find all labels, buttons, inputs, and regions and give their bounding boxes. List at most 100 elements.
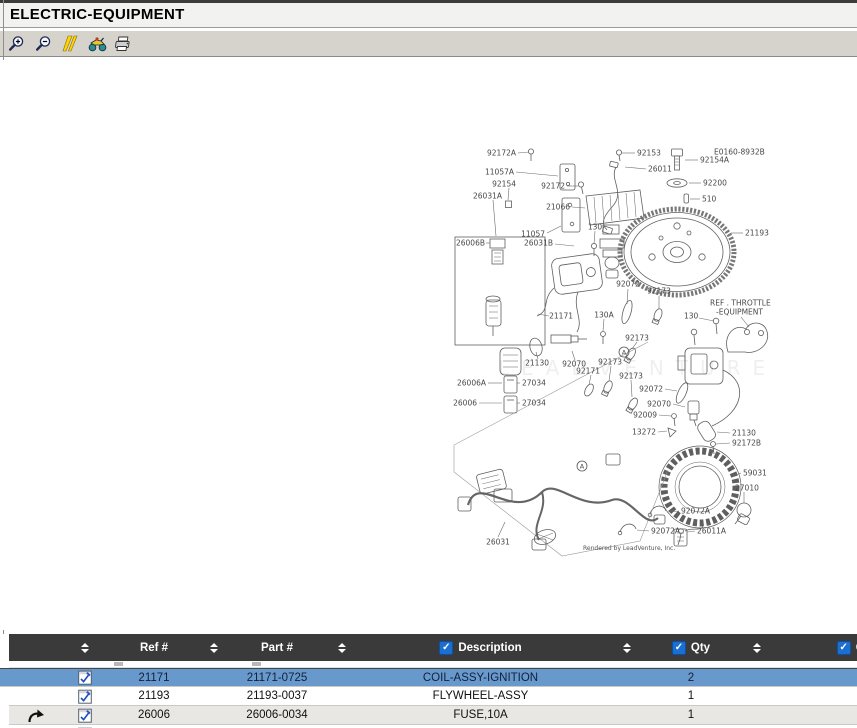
part-label[interactable]: 27034 xyxy=(522,399,546,408)
part-label[interactable]: REF . THROTTLE xyxy=(710,299,771,308)
leader-line xyxy=(594,231,595,244)
part-label[interactable]: 27010 xyxy=(735,484,759,493)
table-row[interactable]: 2119321193-0037FLYWHEEL-ASSY1 xyxy=(9,687,857,706)
part-label[interactable]: 92172A xyxy=(487,149,517,158)
part-label[interactable]: 27034 xyxy=(522,379,546,388)
description-checkbox[interactable] xyxy=(439,641,453,655)
part-label[interactable]: 130A xyxy=(594,311,614,320)
part-label[interactable]: 26011A xyxy=(697,527,727,536)
part-label[interactable]: 92173 xyxy=(598,358,622,367)
part-label[interactable]: 26011 xyxy=(648,165,672,174)
sort-icon[interactable] xyxy=(338,643,346,653)
zoom-out-button[interactable] xyxy=(33,34,53,53)
leader-line xyxy=(518,152,529,153)
part-label[interactable]: 510 xyxy=(702,195,717,204)
part-label[interactable]: 92173 xyxy=(647,287,671,296)
parts-diagram[interactable]: LEADVENTURE xyxy=(0,60,857,630)
spark-plug-right xyxy=(668,381,717,454)
spacer xyxy=(732,669,782,686)
part-label[interactable]: 92072 xyxy=(639,385,663,394)
part-label[interactable]: 26031 xyxy=(486,538,510,547)
part-label[interactable]: 92173 xyxy=(619,372,643,381)
cell-c xyxy=(782,706,857,724)
part-label[interactable]: 92172 xyxy=(541,182,565,191)
leader-line xyxy=(659,415,671,416)
column-header-description[interactable]: Description xyxy=(358,641,603,655)
cell-ref: 26006 xyxy=(108,706,200,724)
replacement-arrow-icon[interactable] xyxy=(27,708,44,723)
edit-note-icon[interactable] xyxy=(78,670,92,685)
part-label[interactable]: 21171 xyxy=(549,312,573,321)
zoom-in-button[interactable] xyxy=(6,34,26,53)
cell-ref: 21171 xyxy=(108,669,200,686)
leader-line xyxy=(547,226,561,233)
part-label[interactable]: 92072 xyxy=(616,280,640,289)
parts-table: Ref # Part # Description Qty C 21171 2117… xyxy=(0,634,857,728)
scrolled-row-sliver xyxy=(9,661,857,668)
part-label[interactable]: 92171 xyxy=(576,367,600,376)
column-header-select[interactable] xyxy=(62,643,108,653)
part-label[interactable]: 26006B xyxy=(456,239,485,248)
leader-line xyxy=(716,443,730,444)
part-label[interactable]: 92072A xyxy=(681,507,711,516)
c-checkbox[interactable] xyxy=(837,641,851,655)
part-label[interactable]: 21066 xyxy=(546,203,570,212)
part-label[interactable]: 92154 xyxy=(492,180,516,189)
leader-line xyxy=(741,317,749,327)
print-button[interactable] xyxy=(114,34,134,53)
part-label[interactable]: 11057 xyxy=(521,230,545,239)
sort-icon[interactable] xyxy=(623,643,631,653)
part-label[interactable]: 92200 xyxy=(703,179,727,188)
edit-note-icon[interactable] xyxy=(78,689,92,704)
zoom-in-icon xyxy=(8,35,25,52)
part-label[interactable]: 11057A xyxy=(485,168,515,177)
leader-line xyxy=(508,188,509,200)
leader-line xyxy=(658,431,667,432)
table-row[interactable]: 2117121171-0725COIL-ASSY-IGNITION2 xyxy=(0,668,857,687)
part-label[interactable]: 92009 xyxy=(633,411,657,420)
part-label[interactable]: 21130 xyxy=(525,359,549,368)
part-label[interactable]: 13272 xyxy=(632,428,656,437)
sort-icon[interactable] xyxy=(81,643,89,653)
column-header-c[interactable]: C xyxy=(782,641,857,655)
part-label[interactable]: 59031 xyxy=(743,469,767,478)
part-label[interactable]: 130 xyxy=(684,312,699,321)
part-label[interactable]: 26006A xyxy=(457,379,487,388)
spacer xyxy=(200,687,228,705)
part-label[interactable]: 26031B xyxy=(524,239,553,248)
spacer xyxy=(603,706,650,724)
column-header-ref[interactable]: Ref # xyxy=(108,642,200,654)
sort-icon[interactable] xyxy=(753,643,761,653)
vehicle-button[interactable] xyxy=(87,34,107,53)
spacer xyxy=(326,706,358,724)
column-header-part[interactable]: Part # xyxy=(228,642,326,654)
part-label[interactable]: 92172B xyxy=(732,439,761,448)
page-title: ELECTRIC-EQUIPMENT xyxy=(0,3,857,23)
part-label[interactable]: 92072A xyxy=(651,527,681,536)
column-header-qty[interactable]: Qty xyxy=(650,641,732,655)
part-label[interactable]: 92154A xyxy=(700,156,730,165)
cell-qty: 2 xyxy=(650,669,732,686)
spacer xyxy=(603,669,650,686)
table-row[interactable]: 2600626006-0034FUSE,10A1 xyxy=(9,706,857,725)
part-label[interactable]: 92173 xyxy=(625,334,649,343)
part-label[interactable]: -EQUIPMENT xyxy=(716,308,763,317)
part-label[interactable]: 130 xyxy=(588,223,603,232)
leader-line xyxy=(631,380,632,397)
leader-line xyxy=(555,244,574,246)
spacer xyxy=(326,669,358,686)
leader-line xyxy=(625,167,646,169)
part-label[interactable]: 21130 xyxy=(732,429,756,438)
detail-marker-letter: A xyxy=(580,462,585,470)
sort-icon[interactable] xyxy=(210,643,218,653)
leader-line xyxy=(687,531,695,532)
edit-note-icon[interactable] xyxy=(78,708,92,723)
qty-checkbox[interactable] xyxy=(672,641,686,655)
lightning-button[interactable] xyxy=(60,34,80,53)
part-label[interactable]: 26031A xyxy=(473,192,503,201)
part-label[interactable]: 21193 xyxy=(745,229,769,238)
part-label[interactable]: 92153 xyxy=(637,149,661,158)
part-label[interactable]: 26006 xyxy=(453,399,477,408)
cell-part: 21171-0725 xyxy=(228,669,326,686)
part-label[interactable]: 92070 xyxy=(647,400,671,409)
